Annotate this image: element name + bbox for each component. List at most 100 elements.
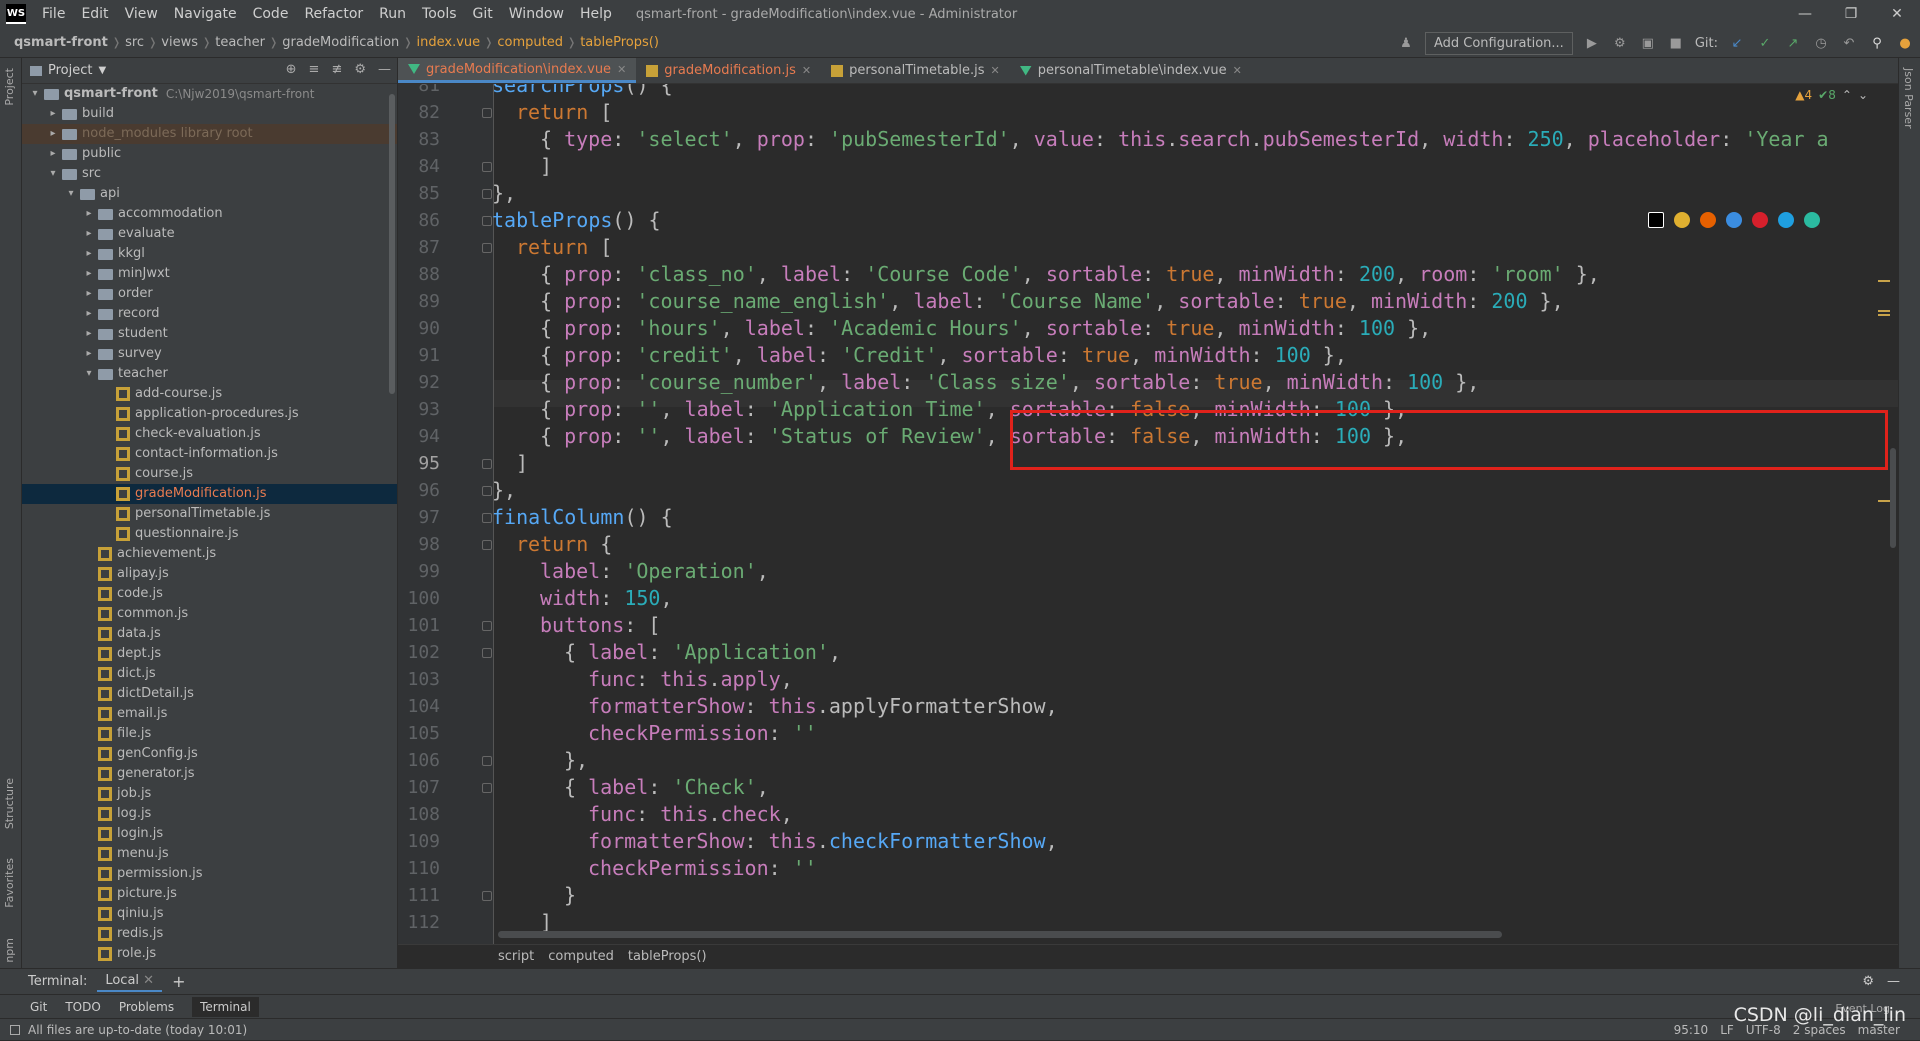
- fold-marker-icon[interactable]: [482, 540, 492, 550]
- tree-folder[interactable]: ▾ src: [22, 164, 397, 184]
- chevron-down-icon[interactable]: ▾: [28, 84, 42, 104]
- line-number[interactable]: 105: [398, 720, 440, 747]
- code-line[interactable]: { prop: 'credit', label: 'Credit', sorta…: [540, 342, 1347, 369]
- line-number[interactable]: 110: [398, 855, 440, 882]
- tree-file[interactable]: dictDetail.js: [22, 684, 397, 704]
- line-number[interactable]: 92: [398, 369, 440, 396]
- line-number[interactable]: 97: [398, 504, 440, 531]
- tree-folder[interactable]: ▸ node_modules library root: [22, 124, 397, 144]
- line-number[interactable]: 112: [398, 909, 440, 936]
- line-number[interactable]: 83: [398, 126, 440, 153]
- hide-panel-icon[interactable]: —: [378, 62, 391, 77]
- line-number[interactable]: 100: [398, 585, 440, 612]
- editor-tab[interactable]: personalTimetable\index.vue ✕: [1010, 58, 1252, 83]
- ide-update-icon[interactable]: ●: [1896, 34, 1914, 52]
- line-number[interactable]: 94: [398, 423, 440, 450]
- tree-file[interactable]: gradeModification.js: [22, 484, 397, 504]
- menu-window[interactable]: Window: [501, 6, 572, 22]
- line-number[interactable]: 109: [398, 828, 440, 855]
- collapse-all-icon[interactable]: ≢: [331, 62, 342, 77]
- chevron-right-icon[interactable]: ▸: [46, 144, 60, 164]
- code-line[interactable]: checkPermission: '': [588, 720, 817, 747]
- line-number[interactable]: 107: [398, 774, 440, 801]
- rollback-icon[interactable]: ↶: [1840, 34, 1858, 52]
- tree-file[interactable]: role.js: [22, 944, 397, 964]
- line-number[interactable]: 104: [398, 693, 440, 720]
- code-editor[interactable]: 81 82 83 84 85 86 87 88 89 90 91 92 93 94 95 96 97 98 99 10…: [398, 84, 1898, 944]
- warning-count[interactable]: ▲4: [1795, 88, 1812, 102]
- fold-marker-icon[interactable]: [482, 216, 492, 226]
- chevron-down-icon[interactable]: ▾: [82, 364, 96, 384]
- fold-marker-icon[interactable]: [482, 648, 492, 658]
- json-parser-tool-tab[interactable]: Json Parser: [1902, 68, 1915, 129]
- gear-icon[interactable]: ⚙: [1862, 974, 1874, 989]
- line-number[interactable]: 95: [398, 450, 440, 477]
- code-breadcrumb-item[interactable]: script: [498, 949, 534, 964]
- chevron-right-icon[interactable]: ▸: [46, 104, 60, 124]
- chevron-down-icon[interactable]: ▾: [64, 184, 78, 204]
- project-scrollbar[interactable]: [389, 94, 395, 394]
- code-line[interactable]: return {: [516, 531, 612, 558]
- tree-folder[interactable]: ▸ build: [22, 104, 397, 124]
- check-count[interactable]: ✔8: [1818, 88, 1836, 102]
- line-number[interactable]: 91: [398, 342, 440, 369]
- chevron-right-icon[interactable]: ▸: [82, 324, 96, 344]
- fold-marker-icon[interactable]: [482, 108, 492, 118]
- code-line[interactable]: return [: [516, 99, 612, 126]
- chevron-right-icon[interactable]: ▸: [82, 204, 96, 224]
- user-icon[interactable]: ♟: [1397, 34, 1415, 52]
- tree-file[interactable]: redis.js: [22, 924, 397, 944]
- chevron-right-icon[interactable]: ▸: [82, 224, 96, 244]
- tree-folder[interactable]: ▾ teacher: [22, 364, 397, 384]
- chevron-right-icon[interactable]: ▸: [82, 244, 96, 264]
- code-line[interactable]: { prop: 'course_name_english', label: 'C…: [540, 288, 1564, 315]
- line-number[interactable]: 108: [398, 801, 440, 828]
- tree-folder[interactable]: ▸ student: [22, 324, 397, 344]
- fold-marker-icon[interactable]: [482, 243, 492, 253]
- line-number[interactable]: 93: [398, 396, 440, 423]
- breadcrumb-item[interactable]: computed: [493, 35, 567, 50]
- tool-window-problems[interactable]: Problems: [119, 1000, 174, 1014]
- line-number[interactable]: 85: [398, 180, 440, 207]
- code-line[interactable]: },: [492, 477, 516, 504]
- breadcrumb-item[interactable]: qsmart-front: [10, 35, 112, 50]
- tool-window-git[interactable]: Git: [30, 1000, 47, 1014]
- menu-navigate[interactable]: Navigate: [166, 6, 245, 22]
- code-line[interactable]: tableProps() {: [492, 207, 661, 234]
- tree-file[interactable]: log.js: [22, 804, 397, 824]
- tool-window-terminal[interactable]: Terminal: [192, 996, 259, 1017]
- chevron-down-icon[interactable]: ▼: [98, 65, 106, 76]
- line-number[interactable]: 111: [398, 882, 440, 909]
- tree-folder[interactable]: ▸ kkgl: [22, 244, 397, 264]
- code-line[interactable]: ]: [540, 153, 552, 180]
- code-breadcrumb-item[interactable]: tableProps(): [628, 949, 707, 964]
- line-number[interactable]: 87: [398, 234, 440, 261]
- tree-file[interactable]: achievement.js: [22, 544, 397, 564]
- menu-git[interactable]: Git: [465, 6, 501, 22]
- chevron-right-icon[interactable]: ▸: [82, 344, 96, 364]
- close-icon[interactable]: ✕: [617, 63, 626, 76]
- tree-file[interactable]: common.js: [22, 604, 397, 624]
- line-number[interactable]: 103: [398, 666, 440, 693]
- git-update-icon[interactable]: ↙: [1728, 34, 1746, 52]
- editor-tab[interactable]: gradeModification.js ✕: [636, 58, 821, 83]
- tree-file[interactable]: dept.js: [22, 644, 397, 664]
- close-icon[interactable]: ✕: [143, 973, 154, 988]
- line-separator[interactable]: LF: [1720, 1023, 1734, 1037]
- line-number[interactable]: 86: [398, 207, 440, 234]
- chevron-down-icon[interactable]: ⌄: [1858, 88, 1868, 102]
- fold-marker-icon[interactable]: [482, 162, 492, 172]
- chrome-icon[interactable]: [1674, 212, 1690, 228]
- hide-panel-icon[interactable]: —: [1887, 974, 1900, 989]
- tree-folder[interactable]: ▸ evaluate: [22, 224, 397, 244]
- coverage-icon[interactable]: ▣: [1639, 34, 1657, 52]
- tree-file[interactable]: contact-information.js: [22, 444, 397, 464]
- tree-file[interactable]: menu.js: [22, 844, 397, 864]
- tree-file[interactable]: file.js: [22, 724, 397, 744]
- tree-file[interactable]: personalTimetable.js: [22, 504, 397, 524]
- gear-icon[interactable]: ⚙: [354, 62, 366, 77]
- line-number[interactable]: 106: [398, 747, 440, 774]
- add-configuration-button[interactable]: Add Configuration...: [1424, 31, 1573, 55]
- firefox-icon[interactable]: [1700, 212, 1716, 228]
- line-number[interactable]: 96: [398, 477, 440, 504]
